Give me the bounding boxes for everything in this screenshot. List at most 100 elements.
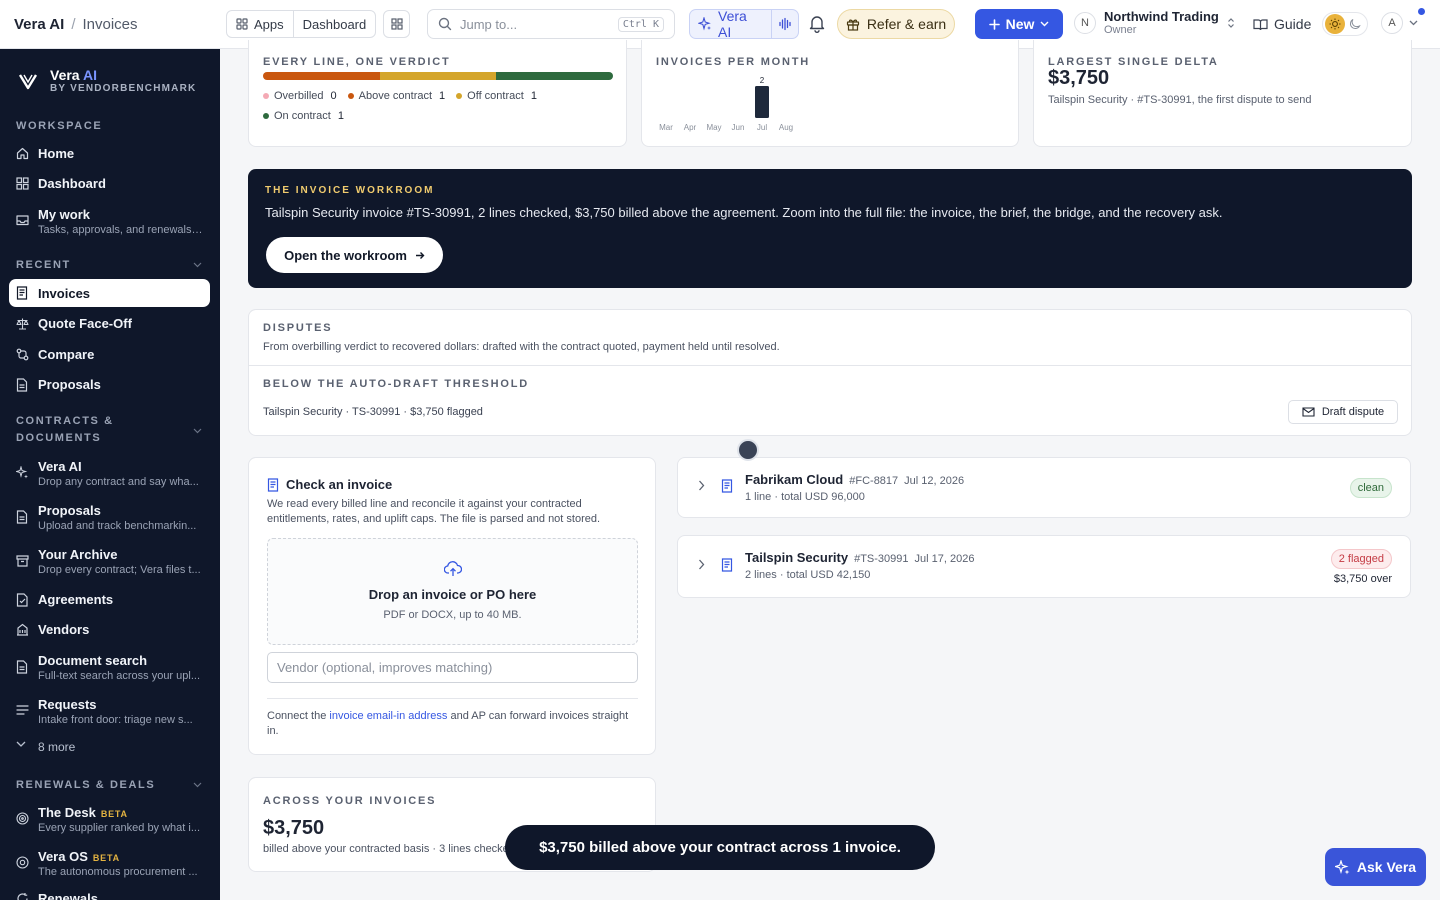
sidebar-item-proposals-recent[interactable]: Proposals <box>9 377 210 392</box>
sidebar-item-label: My work <box>38 207 91 222</box>
target-icon <box>16 812 29 826</box>
sidebar-item-requests[interactable]: Requests Intake front door: triage new s.… <box>9 697 210 726</box>
disputes-card: DISPUTES From overbilling verdict to rec… <box>248 309 1412 436</box>
layout-toggle-button[interactable] <box>383 10 410 38</box>
invoice-row[interactable]: Fabrikam Cloud #FC-8817 Jul 12, 2026 1 lin… <box>677 457 1411 518</box>
ask-vera-label: Ask Vera <box>1356 859 1417 875</box>
vera-ai-label: Vera AI <box>718 8 747 40</box>
sidebar-item-label: Quote Face-Off <box>38 316 132 331</box>
sidebar-item-label: The Desk <box>38 805 96 820</box>
chevron-down-icon[interactable] <box>193 262 202 268</box>
email-in-link[interactable]: invoice email-in address <box>329 710 447 722</box>
chart-bar-jul <box>755 86 769 118</box>
sidebar-item-the-desk[interactable]: The Desk BETA Every supplier ranked by wha… <box>9 805 210 834</box>
renewals-section-label: RENEWALS & DEALS <box>16 779 156 791</box>
refer-earn-button[interactable]: Refer & earn <box>837 9 955 39</box>
recent-section-label: RECENT <box>16 259 71 271</box>
ask-vera-button[interactable]: Ask Vera <box>1325 848 1426 886</box>
beta-badge: BETA <box>100 809 128 819</box>
brand[interactable]: Vera AI BY VENDORBENCHMARK <box>18 68 196 94</box>
legend-label: Overbilled <box>274 90 324 102</box>
delta-subtitle: Tailspin Security · #TS-30991, the first… <box>1048 94 1312 106</box>
invoices-per-month-chart: Mar Apr May Jun 2 Jul Aug <box>659 76 793 132</box>
sidebar-item-invoices[interactable]: Invoices <box>9 279 210 307</box>
contracts-section-label: CONTRACTS & DOCUMENTS <box>16 413 114 447</box>
os-icon <box>16 856 29 870</box>
guide-label: Guide <box>1274 16 1312 32</box>
sidebar-item-compare[interactable]: Compare <box>9 347 210 362</box>
chevron-updown-icon <box>1227 17 1235 29</box>
plus-icon <box>988 18 1000 30</box>
sidebar-item-label: Requests <box>38 697 97 712</box>
dashboard-label: Dashboard <box>302 16 367 32</box>
sidebar-item-proposals[interactable]: Proposals Upload and track benchmarkin... <box>9 503 210 532</box>
theme-toggle[interactable] <box>1322 12 1368 36</box>
chart-tick-label: Jul <box>757 123 767 132</box>
invoice-dropzone[interactable]: Drop an invoice or PO here PDF or DOCX, … <box>267 538 638 645</box>
legend-dot <box>347 93 354 99</box>
sidebar-item-dashboard[interactable]: Dashboard <box>9 176 210 191</box>
legend-count: 0 <box>330 90 337 102</box>
moon-icon <box>1349 18 1361 30</box>
sidebar-item-vera-os[interactable]: Vera OS BETA The autonomous procurement ..… <box>9 849 210 878</box>
invoice-row[interactable]: Tailspin Security #TS-30991 Jul 17, 2026 2… <box>677 535 1411 598</box>
divider <box>267 698 638 699</box>
sidebar-item-agreements[interactable]: Agreements <box>9 592 210 607</box>
agreement-icon <box>16 593 29 607</box>
legend-dot <box>263 113 269 119</box>
sidebar-item-my-work[interactable]: My work Tasks, approvals, and renewals ..… <box>9 207 210 236</box>
sidebar-more-button[interactable]: 8 more <box>9 740 210 755</box>
invoice-vendor: Tailspin Security <box>745 550 849 565</box>
org-info: Northwind Trading Owner <box>1104 9 1219 36</box>
vendor-input[interactable] <box>267 652 638 683</box>
user-menu[interactable]: A <box>1381 12 1418 34</box>
sidebar-item-text: Proposals Upload and track benchmarkin... <box>38 503 196 532</box>
jump-search[interactable]: Jump to... Ctrl K <box>427 9 675 39</box>
notifications-button[interactable] <box>808 14 826 33</box>
sidebar-item-quote-face-off[interactable]: Quote Face-Off <box>9 316 210 331</box>
voice-button[interactable] <box>771 10 798 38</box>
sparkle-icon <box>16 466 29 480</box>
chevron-down-icon[interactable] <box>193 428 202 434</box>
chevron-right-icon[interactable] <box>698 480 705 491</box>
upload-cloud-icon <box>444 561 462 577</box>
sidebar-item-home[interactable]: Home <box>9 146 210 161</box>
legend-count: 1 <box>530 90 537 102</box>
legend-dot <box>456 93 463 99</box>
open-workroom-button[interactable]: Open the workroom <box>266 237 443 273</box>
status-badge: clean <box>1349 478 1392 498</box>
org-switcher[interactable]: N Northwind Trading Owner <box>1074 9 1235 36</box>
chevron-right-icon[interactable] <box>698 559 705 570</box>
inbox-icon <box>16 214 29 228</box>
sidebar-item-renewals[interactable]: Renewals <box>9 891 210 900</box>
invoice-icon <box>721 558 733 572</box>
sidebar-item-label: Vera AI <box>38 459 82 474</box>
sidebar-item-label: Home <box>38 146 75 161</box>
sidebar-item-document-search[interactable]: Document search Full-text search across y… <box>9 653 210 682</box>
apps-button[interactable]: Apps <box>227 11 293 37</box>
dashboard-button[interactable]: Dashboard <box>292 11 376 37</box>
contracts-label-line2: DOCUMENTS <box>16 432 102 444</box>
delta-value: $3,750 <box>1048 67 1110 89</box>
legend-count: 1 <box>337 110 344 122</box>
verdict-card: EVERY LINE, ONE VERDICT Overbilled 0 Abov… <box>248 40 627 147</box>
vera-ai-button[interactable]: Vera AI <box>690 8 771 40</box>
legend-count: 1 <box>439 90 446 102</box>
sidebar-item-label: Proposals <box>38 377 101 392</box>
document-search-icon <box>16 660 29 674</box>
breadcrumb-app[interactable]: Vera AI <box>14 16 64 33</box>
search-icon <box>438 17 452 31</box>
guide-button[interactable]: Guide <box>1253 16 1311 32</box>
dropzone-subtitle: PDF or DOCX, up to 40 MB. <box>383 609 522 621</box>
invoice-summary: 1 line · total USD 96,000 <box>745 491 865 503</box>
sidebar-item-your-archive[interactable]: Your Archive Drop every contract; Vera fi… <box>9 547 210 576</box>
largest-delta-card: LARGEST SINGLE DELTA $3,750 Tailspin Sec… <box>1033 40 1412 147</box>
chevron-down-icon[interactable] <box>193 782 202 788</box>
email-in-pre: Connect the <box>267 710 327 722</box>
new-button[interactable]: New <box>975 9 1063 39</box>
invoice-title: Fabrikam Cloud #FC-8817 Jul 12, 2026 <box>745 472 964 487</box>
draft-dispute-button[interactable]: Draft dispute <box>1288 400 1398 424</box>
search-shortcut: Ctrl K <box>617 16 664 32</box>
sidebar-item-vera-ai[interactable]: Vera AI Drop any contract and say wha... <box>9 459 210 488</box>
sidebar-item-vendors[interactable]: Vendors <box>9 622 210 637</box>
